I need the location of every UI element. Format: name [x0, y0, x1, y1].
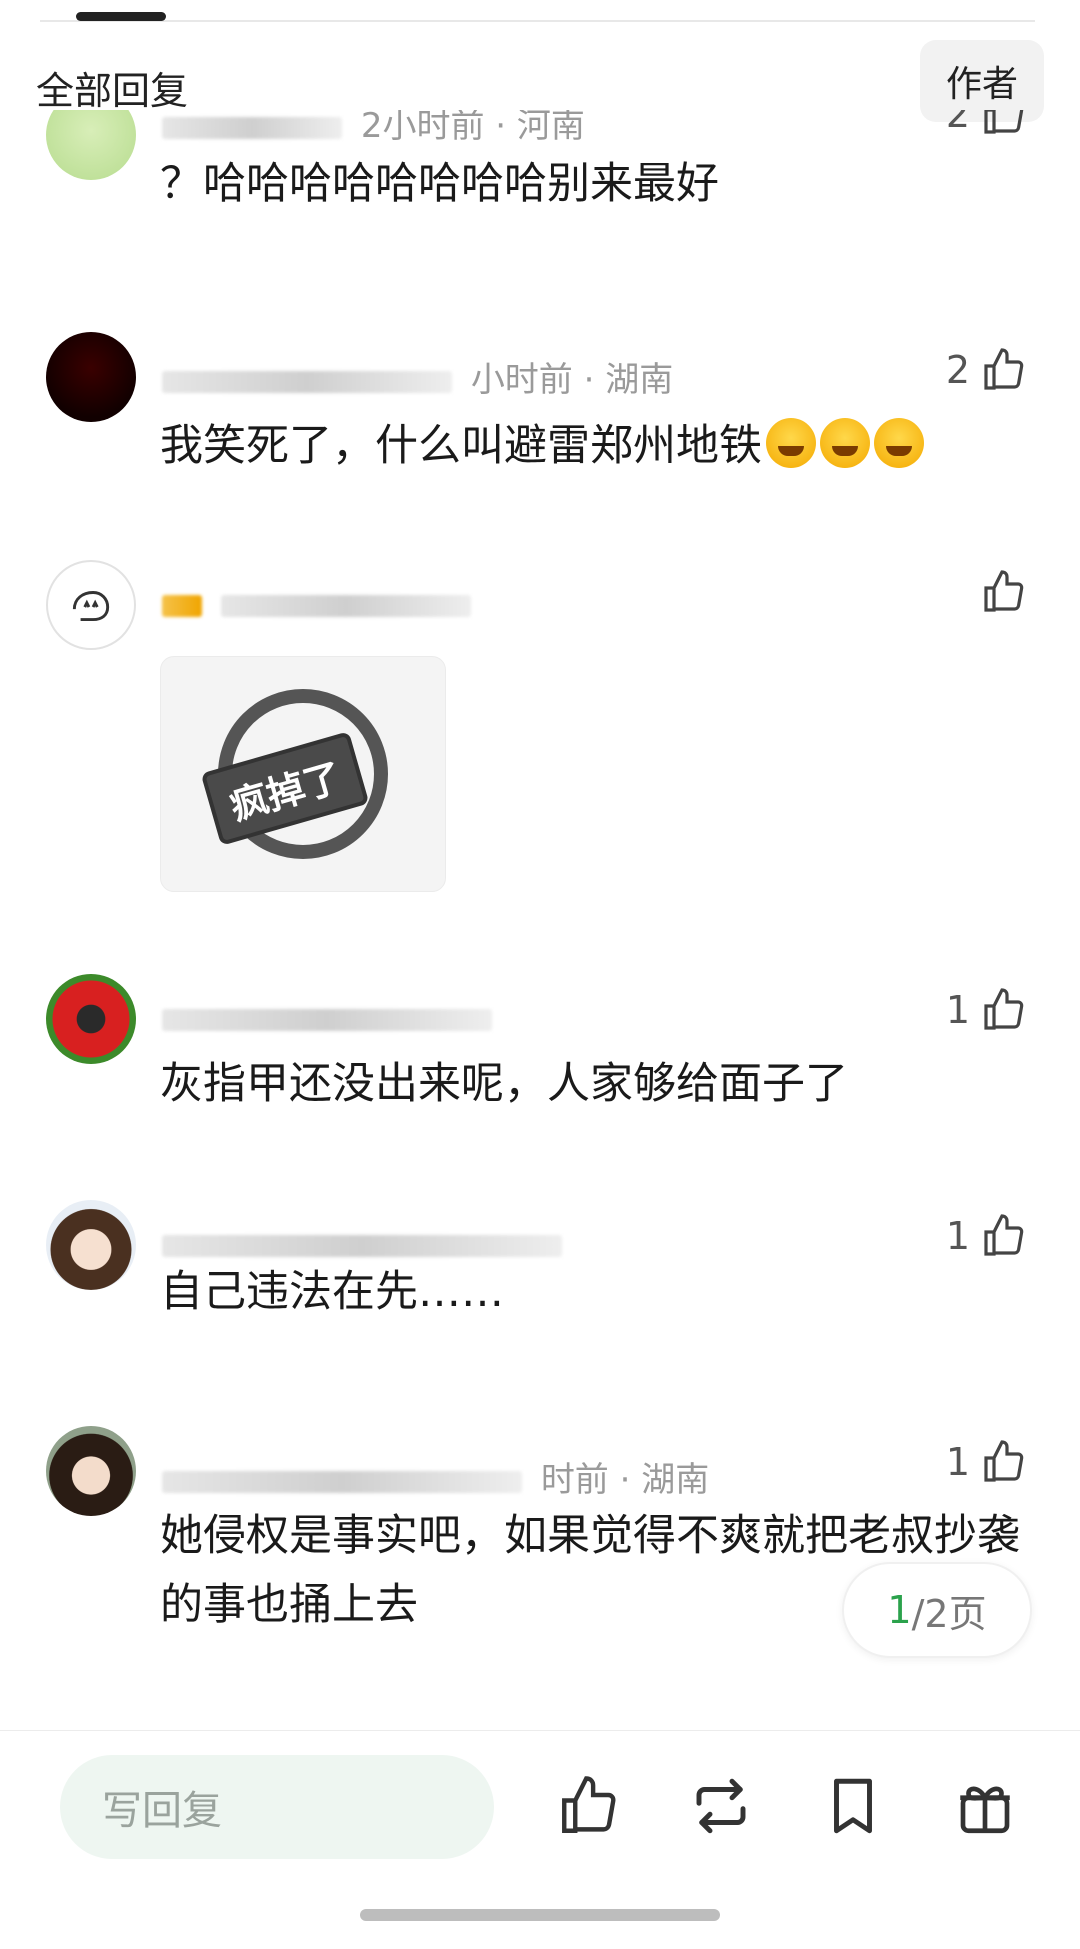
like-button[interactable]: 2 [946, 346, 1028, 394]
username-redacted [162, 594, 202, 617]
home-indicator [360, 1909, 720, 1921]
comment-meta: 小时前 · 湖南 [162, 352, 673, 401]
comment-item: 疯掉了 [0, 560, 1080, 960]
like-button[interactable]: 2 [946, 110, 1028, 138]
username-redacted [162, 1470, 522, 1493]
avatar[interactable] [46, 1426, 136, 1516]
comment-text: ？哈哈哈哈哈哈哈哈别来最好 [160, 159, 719, 209]
username-redacted [162, 1008, 492, 1031]
pagination-indicator[interactable]: 1/2页 [842, 1562, 1032, 1658]
page-title: 全部回复 [36, 69, 189, 113]
username-redacted [162, 1234, 562, 1257]
cat-avatar-icon [72, 591, 110, 622]
like-count: 2 [945, 110, 970, 136]
rofl-emoji-icon [874, 418, 924, 468]
comment-text: 自己违法在先…… [160, 1267, 504, 1317]
like-count: 1 [945, 1214, 970, 1258]
comment-meta: 时前 · 湖南 [162, 1452, 709, 1501]
comment-meta [162, 998, 500, 1038]
username-redacted [162, 116, 342, 139]
bookmark-icon[interactable] [820, 1773, 886, 1839]
avatar[interactable] [46, 110, 136, 180]
comment-meta: 2小时前 · 河南 [162, 110, 585, 147]
top-divider [40, 20, 1035, 22]
like-button[interactable] [980, 568, 1028, 616]
comment-item: 2小时前 · 河南 2 ？哈哈哈哈哈哈哈哈别来最好 [0, 110, 1080, 290]
thumbs-up-icon [984, 1214, 1024, 1256]
thumbs-up-icon[interactable] [556, 1773, 622, 1839]
username-redacted [220, 594, 471, 617]
avatar[interactable] [46, 974, 136, 1064]
thumbs-up-icon [984, 988, 1024, 1030]
comment-item: 1 灰指甲还没出来呢，人家够给面子了 [0, 974, 1080, 1134]
comment-time-location: 2小时前 · 河南 [360, 110, 585, 146]
comment-time-location: 时前 · 湖南 [540, 1460, 710, 1500]
gift-icon[interactable] [952, 1773, 1018, 1839]
stamp-text: 疯掉了 [200, 731, 370, 846]
sticker-image[interactable]: 疯掉了 [160, 656, 446, 892]
sheet-handle[interactable] [76, 12, 166, 21]
like-count: 1 [945, 988, 970, 1032]
current-page: 1 [887, 1588, 912, 1632]
comment-list: 2小时前 · 河南 2 ？哈哈哈哈哈哈哈哈别来最好 小时前 · 湖南 2 我笑死… [0, 110, 1080, 1730]
thumbs-up-icon [984, 570, 1024, 612]
like-button[interactable]: 1 [946, 986, 1028, 1034]
comment-time-location: 小时前 · 湖南 [470, 360, 674, 400]
like-button[interactable]: 1 [946, 1438, 1028, 1486]
like-count: 2 [945, 348, 970, 392]
rofl-emoji-icon [766, 418, 816, 468]
thumbs-up-icon [984, 110, 1024, 134]
avatar[interactable] [46, 332, 136, 422]
avatar[interactable] [46, 1200, 136, 1290]
total-pages: /2页 [911, 1591, 987, 1636]
comment-item: 小时前 · 湖南 2 我笑死了，什么叫避雷郑州地铁 [0, 332, 1080, 492]
comment-item: 1 自己违法在先…… [0, 1200, 1080, 1360]
comment-meta [162, 584, 479, 624]
comment-text-content: 我笑死了，什么叫避雷郑州地铁 [160, 421, 762, 471]
reply-input[interactable]: 写回复 [60, 1755, 494, 1859]
thumbs-up-icon [984, 1440, 1024, 1482]
comment-text: 灰指甲还没出来呢，人家够给面子了 [160, 1059, 848, 1109]
comment-text: 我笑死了，什么叫避雷郑州地铁 [160, 412, 1020, 481]
like-button[interactable]: 1 [946, 1212, 1028, 1260]
username-redacted [162, 370, 452, 393]
repost-icon[interactable] [688, 1773, 754, 1839]
bottom-action-bar: 写回复 [0, 1730, 1080, 1949]
thumbs-up-icon [984, 348, 1024, 390]
rofl-emoji-icon [820, 418, 870, 468]
like-count: 1 [945, 1440, 970, 1484]
avatar[interactable] [46, 560, 136, 650]
stamp-circle: 疯掉了 [200, 689, 388, 859]
